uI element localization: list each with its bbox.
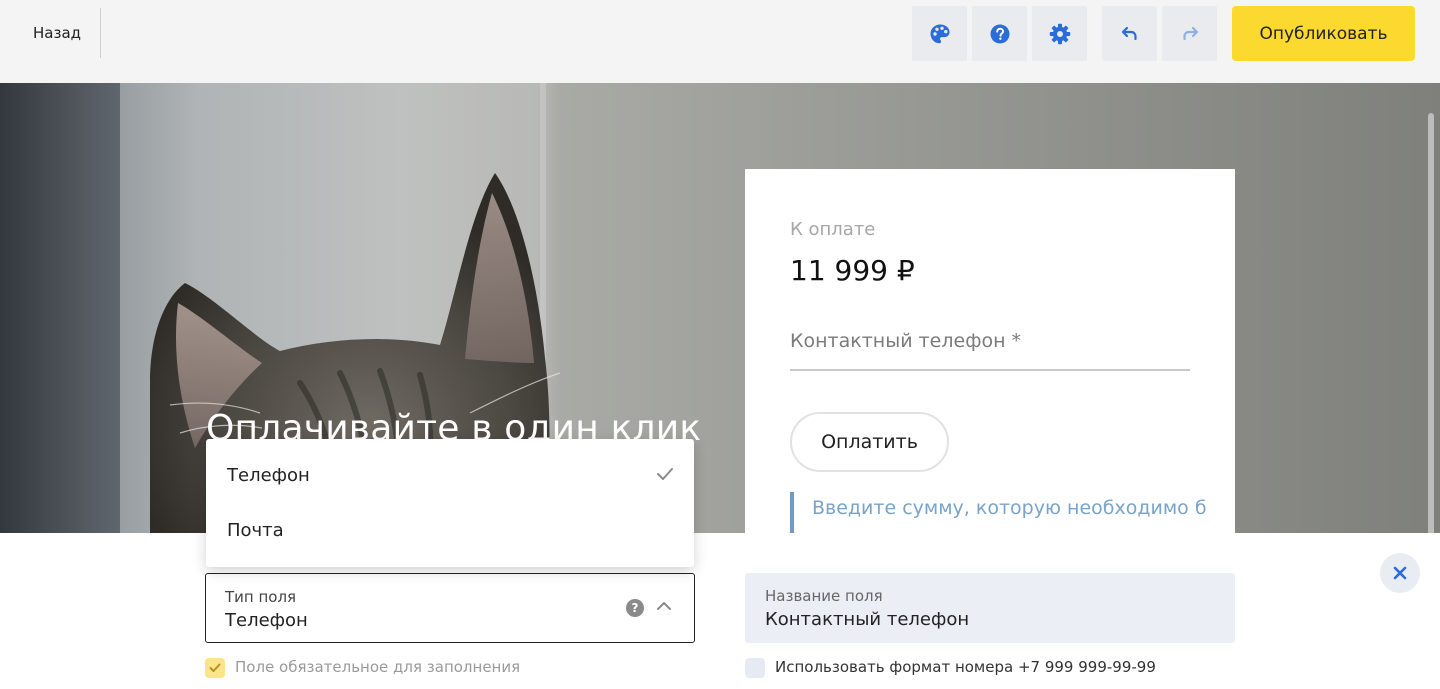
field-type-dropdown: Телефон Почта [206,439,694,567]
field-name-label: Название поля [765,587,883,605]
back-button[interactable]: Назад [33,24,81,42]
top-toolbar: Назад Опубликовать [0,0,1440,83]
close-button[interactable] [1380,553,1420,593]
palette-button[interactable] [912,6,967,61]
hint-text: Введите сумму, которую необходимо б [812,497,1207,519]
pay-button[interactable]: Оплатить [790,412,949,472]
redo-button[interactable] [1162,6,1217,61]
amount-label: К оплате [790,219,876,240]
palette-icon [930,23,949,43]
phone-input[interactable]: Контактный телефон * [790,330,1021,352]
dropdown-option-label: Телефон [227,465,310,486]
payment-card: К оплате 11 999 ₽ Контактный телефон * О… [745,169,1235,533]
hint-accent-bar [790,492,794,533]
field-name-input[interactable]: Название поля Контактный телефон [745,573,1235,643]
question-icon[interactable]: ? [626,599,644,617]
field-type-label: Тип поля [225,588,297,606]
field-type-value: Телефон [225,610,308,631]
page-scrollbar[interactable] [1428,113,1434,543]
checkmark-icon [657,468,673,480]
settings-icon [1049,23,1070,44]
chevron-up-icon[interactable] [656,600,672,612]
toolbar-divider [100,8,101,58]
field-type-select[interactable]: Тип поля Телефон ? [205,573,695,643]
help-button[interactable] [972,6,1027,61]
undo-icon [1121,26,1137,40]
phone-input-underline [790,369,1190,371]
publish-button[interactable]: Опубликовать [1232,6,1415,61]
field-name-value: Контактный телефон [765,609,970,630]
check-icon [209,663,221,672]
required-checkbox-label[interactable]: Поле обязательное для заполнения [235,658,520,676]
redo-icon [1182,26,1198,40]
dropdown-option-mail[interactable]: Почта [206,503,694,558]
help-icon [990,24,1009,43]
phone-format-checkbox[interactable] [745,658,765,678]
close-icon [1393,566,1407,580]
required-checkbox[interactable] [205,658,225,678]
settings-button[interactable] [1032,6,1087,61]
dropdown-option-label: Почта [227,520,284,541]
phone-format-checkbox-label[interactable]: Использовать формат номера +7 999 999-99… [775,658,1156,676]
dropdown-option-phone[interactable]: Телефон [206,448,694,503]
amount-value: 11 999 ₽ [790,254,915,287]
undo-button[interactable] [1102,6,1157,61]
